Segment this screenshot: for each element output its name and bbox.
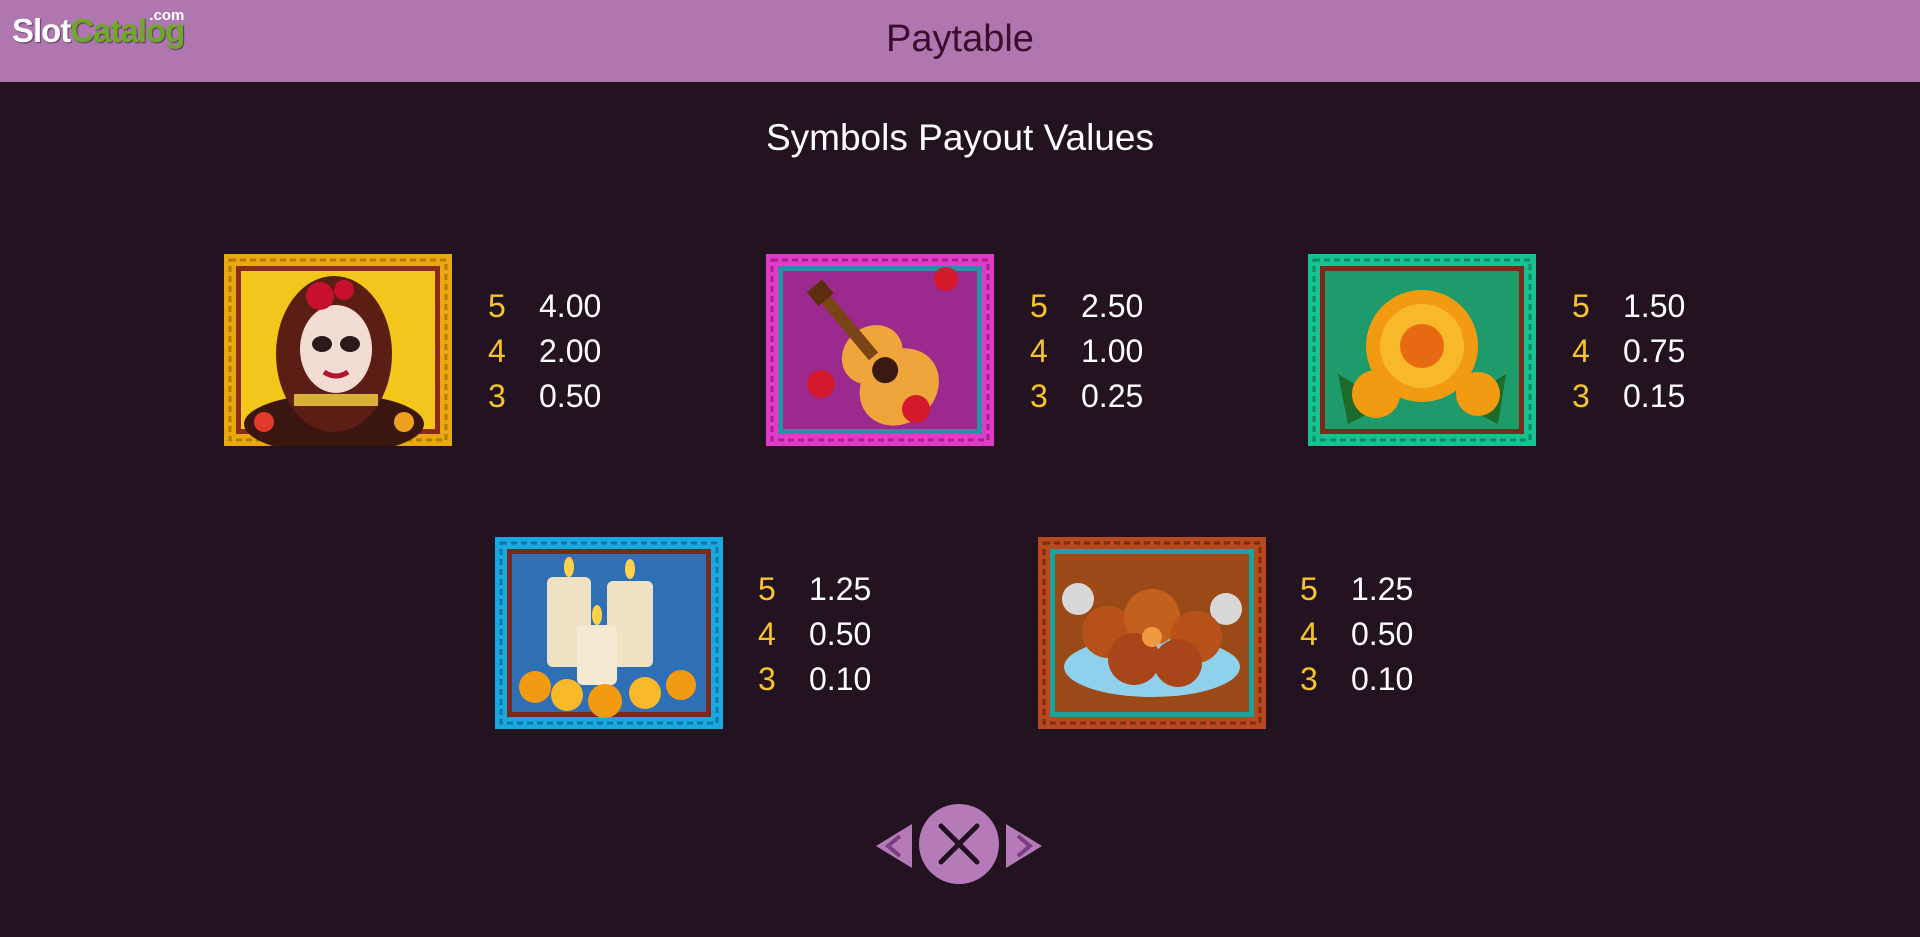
pay-row: 4 0.50 — [758, 612, 871, 657]
pay-row: 3 0.10 — [758, 657, 871, 702]
paytable-navigation — [876, 803, 1042, 885]
paylist-marigold: 5 1.50 4 0.75 3 0.15 — [1572, 284, 1685, 419]
pay-row: 3 0.10 — [1300, 657, 1413, 702]
pay-count: 5 — [1030, 288, 1048, 324]
header-bar: SlotCatalog .com Paytable — [0, 0, 1920, 82]
pay-value: 0.50 — [809, 616, 872, 652]
pay-row: 3 0.15 — [1572, 374, 1685, 419]
chevron-right-icon[interactable] — [1006, 824, 1042, 868]
pay-value: 1.50 — [1623, 288, 1686, 324]
candles-icon — [495, 537, 723, 729]
guitar-icon — [766, 254, 994, 446]
close-button[interactable] — [919, 804, 999, 884]
pay-value: 0.75 — [1623, 333, 1686, 369]
pay-row: 3 0.50 — [488, 374, 601, 419]
pay-value: 0.50 — [1351, 616, 1414, 652]
marigold-icon — [1308, 254, 1536, 446]
pay-count: 4 — [1300, 616, 1318, 652]
pay-count: 4 — [758, 616, 776, 652]
chevron-left-icon[interactable] — [876, 824, 912, 868]
symbol-candles — [495, 537, 723, 729]
pay-row: 3 0.25 — [1030, 374, 1143, 419]
page-title: Paytable — [886, 18, 1034, 60]
close-icon — [938, 823, 980, 865]
symbol-bread — [1038, 537, 1266, 729]
pay-value: 0.10 — [809, 661, 872, 697]
pay-value: 1.25 — [809, 571, 872, 607]
pay-count: 5 — [1572, 288, 1590, 324]
symbol-marigold — [1308, 254, 1536, 446]
catrina-woman-icon — [224, 254, 452, 446]
pay-count: 4 — [1572, 333, 1590, 369]
pay-row: 4 2.00 — [488, 329, 601, 374]
pay-row: 4 0.50 — [1300, 612, 1413, 657]
pay-row: 4 1.00 — [1030, 329, 1143, 374]
pay-value: 2.00 — [539, 333, 602, 369]
pay-value: 0.10 — [1351, 661, 1414, 697]
paylist-bread: 5 1.25 4 0.50 3 0.10 — [1300, 567, 1413, 702]
pay-count: 5 — [758, 571, 776, 607]
pay-row: 5 1.25 — [758, 567, 871, 612]
section-title: Symbols Payout Values — [765, 117, 1154, 158]
pay-row: 5 4.00 — [488, 284, 601, 329]
pay-count: 4 — [1030, 333, 1048, 369]
pay-count: 3 — [758, 661, 776, 697]
pay-row: 4 0.75 — [1572, 329, 1685, 374]
pay-count: 3 — [1030, 378, 1048, 414]
pay-value: 2.50 — [1081, 288, 1144, 324]
paylist-catrina-woman: 5 4.00 4 2.00 3 0.50 — [488, 284, 601, 419]
symbol-guitar — [766, 254, 994, 446]
pay-count: 3 — [488, 378, 506, 414]
pay-value: 0.25 — [1081, 378, 1144, 414]
symbol-catrina-woman — [224, 254, 452, 446]
paylist-candles: 5 1.25 4 0.50 3 0.10 — [758, 567, 871, 702]
pay-count: 4 — [488, 333, 506, 369]
pay-value: 4.00 — [539, 288, 602, 324]
pay-row: 5 1.50 — [1572, 284, 1685, 329]
pay-value: 0.15 — [1623, 378, 1686, 414]
pay-row: 5 2.50 — [1030, 284, 1143, 329]
pay-value: 1.25 — [1351, 571, 1414, 607]
paylist-guitar: 5 2.50 4 1.00 3 0.25 — [1030, 284, 1143, 419]
pay-count: 5 — [488, 288, 506, 324]
pay-row: 5 1.25 — [1300, 567, 1413, 612]
pay-count: 3 — [1572, 378, 1590, 414]
pay-value: 1.00 — [1081, 333, 1144, 369]
pay-value: 0.50 — [539, 378, 602, 414]
bread-icon — [1038, 537, 1266, 729]
pay-count: 5 — [1300, 571, 1318, 607]
pay-count: 3 — [1300, 661, 1318, 697]
